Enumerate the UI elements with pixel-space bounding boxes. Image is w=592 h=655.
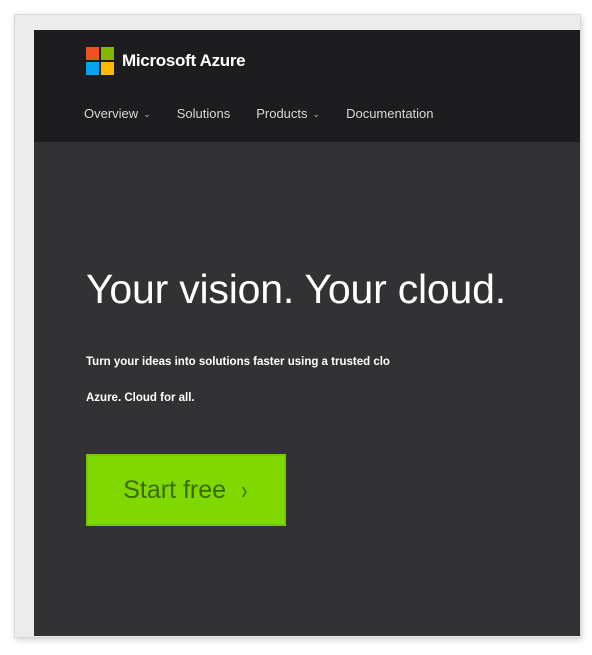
hero-subtitle-line-1: Turn your ideas into solutions faster us… [86,356,390,368]
nav-item-label: Overview [84,106,139,121]
brand-name: Microsoft Azure [122,51,246,70]
start-free-button[interactable]: Start free › [86,454,286,526]
brand-link[interactable]: Microsoft Azure [86,42,246,80]
nav-item-label: Products [256,106,308,121]
nav-item-solutions[interactable]: Solutions [177,106,230,121]
chevron-down-icon: ⌄ [143,109,151,119]
hero-subtitle: Turn your ideas into solutions faster us… [86,344,580,416]
browser-viewport: Microsoft Azure Overview ⌄ Solutions Pro… [34,30,580,636]
hero-subtitle-line-2: Azure. Cloud for all. [86,392,195,404]
nav-item-documentation[interactable]: Documentation [346,106,433,121]
nav-item-label: Solutions [176,106,231,121]
microsoft-logo-icon [86,47,114,75]
nav-item-overview[interactable]: Overview ⌄ [84,106,151,121]
nav-item-label: Documentation [346,106,434,121]
hero-title: Your vision. Your cloud. [86,266,506,312]
start-free-label: Start free [123,475,227,504]
main-nav: Overview ⌄ Solutions Products ⌄ Document… [84,106,434,121]
chevron-right-icon: › [241,474,248,505]
chevron-down-icon: ⌄ [312,109,321,119]
nav-item-products[interactable]: Products ⌄ [256,106,320,121]
site-header: Microsoft Azure Overview ⌄ Solutions Pro… [34,30,580,142]
